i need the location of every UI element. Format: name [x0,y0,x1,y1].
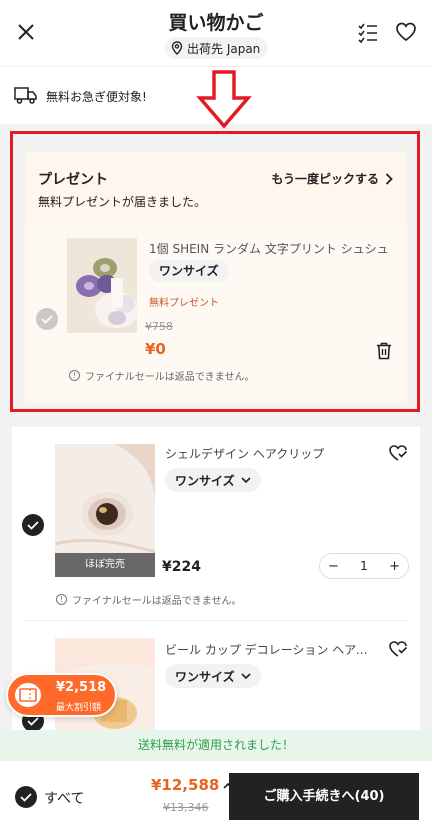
item-image[interactable]: ほぼ完売 [55,444,155,577]
free-present-badge: 無料プレゼント [149,298,219,309]
select-all-label[interactable]: すべて [44,788,84,808]
repick-link[interactable]: もう一度ピックする [271,170,393,187]
final-sale-text: ファイナルセールは返品できません。 [72,596,242,607]
info-icon: ! [56,594,67,605]
present-item-price: ¥0 [145,340,166,358]
repick-label: もう一度ピックする [271,172,379,186]
present-item-card: 1個 SHEIN ランダム 文字プリント シュシュ ワンサイズ 無料プレゼント … [29,224,403,400]
decrease-button[interactable]: − [328,559,339,574]
arrow-down-annotation [196,70,252,129]
size-selector[interactable]: ワンサイズ [165,468,261,492]
wishlist-add-icon[interactable] [388,444,408,462]
cart-page: 買い物かご 出荷先 Japan 無料お急ぎ便対象! プレゼント もう一度ピックす… [0,0,432,832]
checklist-icon[interactable] [356,20,380,44]
almost-sold-out-badge: ほぼ完売 [55,553,155,577]
original-total: ¥13,346 [163,801,209,814]
truck-icon [14,87,37,104]
scrunchie-image [67,238,137,333]
present-title: プレゼント [38,172,108,188]
present-item-checkbox[interactable] [36,308,58,330]
ship-to-selector[interactable]: 出荷先 Japan [165,37,269,59]
item-price: ¥224 [162,559,201,575]
present-item-image[interactable] [67,238,137,333]
final-sale-note: ! ファイナルセールは返品できません。 [56,592,242,607]
header: 買い物かご 出荷先 Japan [0,0,432,66]
total-price[interactable]: ¥12,588 [151,776,233,794]
total-amount: ¥12,588 [151,776,220,794]
ship-to-label: 出荷先 Japan [187,41,261,56]
increase-button[interactable]: + [389,559,400,574]
check-icon [41,315,53,324]
check-icon [20,793,32,802]
max-discount-bubble[interactable]: ¥2,518 最大割引額 [6,673,117,717]
check-icon [27,521,39,530]
chevron-down-icon [241,672,251,679]
size-label: ワンサイズ [175,669,235,684]
checkout-button[interactable]: ご購入手続きへ(40) [229,773,419,820]
divider [24,620,408,621]
final-sale-note: ! ファイナルセールは返品できません。 [69,368,255,383]
size-selector[interactable]: ワンサイズ [165,664,261,688]
select-all-checkbox[interactable] [15,786,37,808]
present-section: プレゼント もう一度ピックする 無料プレゼントが届きました。 1個 SHEIN … [25,152,407,404]
quantity-value[interactable]: 1 [360,559,368,573]
present-subtitle: 無料プレゼントが届きました。 [38,195,207,209]
wishlist-add-icon[interactable] [388,640,408,658]
final-sale-text: ファイナルセールは返品できません。 [85,372,255,383]
free-shipping-strip: 送料無料が適用されました！ [0,730,432,760]
heart-icon[interactable] [394,20,418,44]
coupon-icon [15,683,41,707]
max-discount-label: 最大割引額 [56,703,102,713]
trash-icon[interactable] [376,342,392,360]
item-checkbox[interactable] [22,514,44,536]
chevron-right-icon [385,172,393,185]
express-text: 無料お急ぎ便対象! [46,90,147,104]
info-icon: ! [69,370,80,381]
checkout-footer: すべて ¥12,588 ¥13,346 ご購入手続きへ(40) [0,760,432,832]
present-item-original-price: ¥758 [145,320,173,333]
present-item-name[interactable]: 1個 SHEIN ランダム 文字プリント シュシュ [149,240,394,257]
quantity-stepper: − 1 + [319,553,409,579]
item-name[interactable]: シェルデザイン ヘアクリップ [165,445,377,462]
item-name[interactable]: ビール カップ デコレーション ヘアクリップ [165,641,377,658]
present-item-size: ワンサイズ [149,260,229,282]
size-label: ワンサイズ [175,473,235,488]
chevron-down-icon [241,476,251,483]
location-pin-icon [171,41,183,55]
max-discount-amount: ¥2,518 [56,680,107,695]
